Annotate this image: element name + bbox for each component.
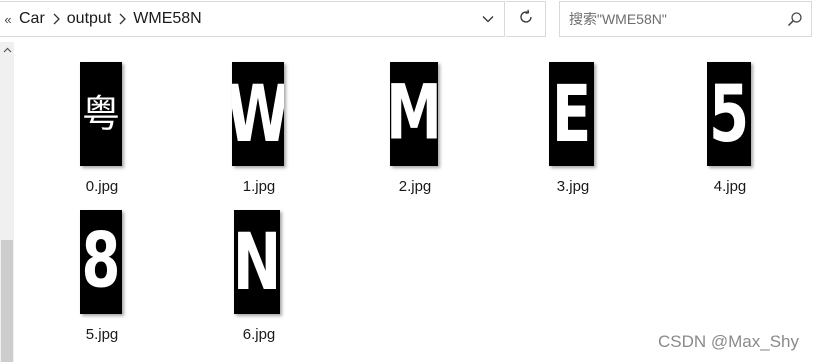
file-name: 0.jpg [85,178,119,195]
file-item-0[interactable]: 粤 0.jpg [52,56,152,196]
file-thumbnail: 8 [80,210,122,314]
thumbnail-character: M [390,76,438,152]
file-item-6[interactable]: N 6.jpg [209,204,309,344]
thumbnail-character: 8 [81,217,121,306]
file-explorer-window: « Car output WME58N 搜索"WME58N" 粤 0.jpg 1… [0,0,813,362]
watermark: CSDN @Max_Shy [657,332,799,351]
chevron-down-icon [482,10,494,28]
file-item-3[interactable]: E 3.jpg [523,56,623,196]
search-input[interactable] [560,4,779,34]
file-name: 2.jpg [398,178,432,195]
file-name: 6.jpg [242,326,276,343]
file-name: 1.jpg [242,178,276,195]
breadcrumb-wme58n[interactable]: WME58N [133,10,201,28]
search-box[interactable] [559,1,812,37]
address-bar[interactable]: « Car output WME58N [0,1,505,37]
refresh-button[interactable] [506,1,546,37]
file-thumbnail: E [549,62,594,166]
breadcrumb-car[interactable]: Car [19,10,45,28]
chevron-right-icon[interactable] [45,13,67,25]
thumbnail-character: W [232,75,284,153]
address-history-dropdown[interactable] [472,2,504,36]
file-item-2[interactable]: M 2.jpg [365,56,465,196]
chevron-right-icon[interactable] [111,13,133,25]
thumbnail-character: N [234,216,280,308]
file-name: 5.jpg [85,326,119,343]
refresh-icon [518,9,534,30]
file-thumbnail: N [234,210,280,314]
file-item-5[interactable]: 8 5.jpg [52,204,152,344]
file-name: 3.jpg [556,178,590,195]
file-thumbnail: M [390,62,438,166]
file-thumbnail: W [232,62,284,166]
thumbnail-character: 粤 [81,92,120,136]
chevron-up-icon[interactable] [0,42,14,58]
file-thumbnail: 5 [707,62,751,166]
search-icon[interactable] [787,11,803,27]
vertical-scrollbar[interactable] [0,42,14,362]
navigation-bar: « Car output WME58N [0,0,813,40]
file-name: 4.jpg [713,178,747,195]
file-item-1[interactable]: W 1.jpg [209,56,309,196]
thumbnail-character: E [551,68,592,160]
breadcrumb-output[interactable]: output [67,10,111,28]
file-thumbnail: 粤 [80,62,122,166]
breadcrumb-overflow-icon[interactable]: « [1,12,15,27]
scrollbar-thumb[interactable] [1,240,13,362]
thumbnail-character: 5 [708,68,750,160]
file-item-4[interactable]: 5 4.jpg [680,56,780,196]
